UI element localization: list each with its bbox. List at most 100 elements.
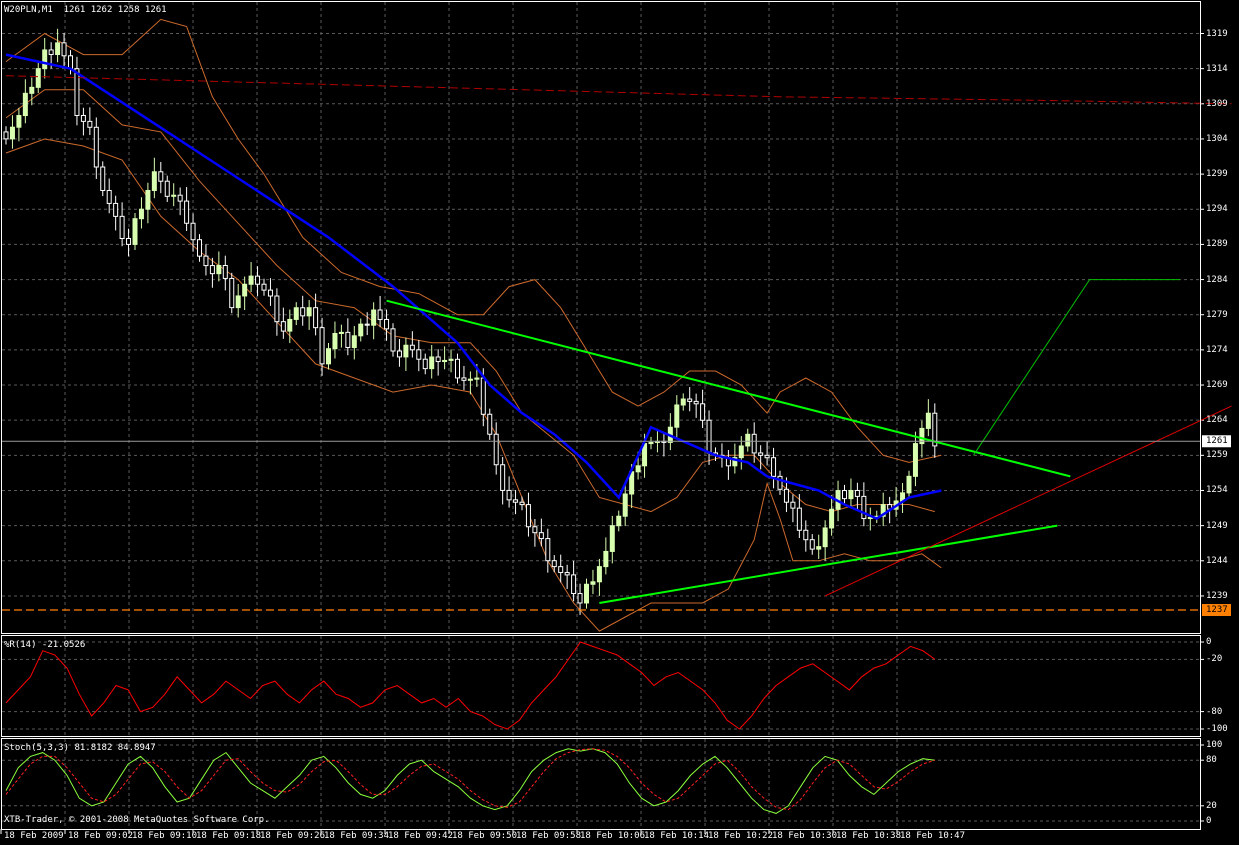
candle-body <box>558 566 564 574</box>
candle-body <box>596 566 602 583</box>
candle-body <box>313 307 319 329</box>
x-tick-label: 18 Feb 10:30 <box>772 831 838 841</box>
candle-body <box>358 323 364 337</box>
x-tick-label: 18 Feb 10:06 <box>580 831 646 841</box>
candle-body <box>609 525 615 552</box>
y-tick-label: 1274 <box>1206 344 1228 355</box>
sub-y-tick-label: 80 <box>1206 755 1217 766</box>
candle-body <box>197 239 202 257</box>
candle-body <box>80 114 86 122</box>
candle-body <box>467 378 473 381</box>
y-tick-label: 1239 <box>1206 590 1228 601</box>
candle-body <box>306 307 312 317</box>
candle-body <box>22 92 28 117</box>
candle-body <box>842 490 847 500</box>
candle-body <box>622 493 628 517</box>
sub-y-tick-label: -100 <box>1206 724 1228 734</box>
symbol-label: W20PLN,M1 1261 1262 1258 1261 <box>4 5 167 15</box>
candle-body <box>390 328 396 352</box>
candle-body <box>93 126 99 168</box>
sub-y-tick-label: 0 <box>1206 816 1212 826</box>
candle-body <box>848 489 854 500</box>
candle-body <box>455 358 460 379</box>
candle-body <box>319 327 325 365</box>
candle-body <box>396 350 402 358</box>
candle-body <box>248 275 254 285</box>
candle-body <box>506 489 512 501</box>
chart-background <box>0 0 1239 845</box>
candle-body <box>700 403 706 421</box>
candle-body <box>132 218 138 245</box>
y-tick-label: 1269 <box>1206 380 1228 391</box>
candle-body <box>796 507 802 531</box>
price-chart-svg <box>0 0 1239 845</box>
candle-body <box>764 454 770 459</box>
y-tick-label: 1309 <box>1206 98 1228 109</box>
candle-body <box>577 593 583 604</box>
candle-body <box>783 488 789 503</box>
copyright-label: XTB-Trader, © 2001-2008 MetaQuotes Softw… <box>4 815 270 825</box>
candle-body <box>177 194 183 202</box>
candle-body <box>235 295 241 309</box>
candle-body <box>229 277 235 309</box>
candle-body <box>74 68 80 116</box>
stoch-label: Stoch(5,3,3) 81.8182 84.8947 <box>4 743 156 753</box>
candle-body <box>590 581 596 585</box>
sub-y-tick-label: -80 <box>1206 706 1223 717</box>
candle-body <box>906 475 912 494</box>
candle-body <box>351 335 357 348</box>
candle-body <box>126 238 132 245</box>
x-tick-label: 18 Feb 09:26 <box>260 831 326 841</box>
candle-body <box>861 495 867 520</box>
candle-body <box>538 532 544 540</box>
candle-body <box>687 398 693 402</box>
candle-body <box>274 295 280 323</box>
x-tick-label: 18 Feb 09:50 <box>452 831 518 841</box>
y-tick-label: 1259 <box>1206 450 1228 461</box>
candle-body <box>267 289 273 297</box>
y-tick-label: 1284 <box>1206 274 1228 285</box>
candle-body <box>55 42 61 56</box>
candle-body <box>190 222 196 241</box>
candle-body <box>138 208 144 220</box>
candle-body <box>771 457 777 477</box>
y-tick-label: 1304 <box>1206 133 1228 144</box>
y-tick-label: 1249 <box>1206 520 1228 531</box>
candle-body <box>403 344 409 358</box>
candle-body <box>648 441 654 445</box>
candle-body <box>422 358 428 370</box>
candle-body <box>68 55 73 70</box>
candle-body <box>680 398 686 406</box>
y-tick-label: 1264 <box>1206 415 1228 426</box>
x-tick-label: 18 Feb 09:02 <box>68 831 134 841</box>
candle-body <box>280 321 286 332</box>
candle-body <box>487 413 493 435</box>
y-tick-label: 1244 <box>1206 555 1228 566</box>
candle-body <box>448 358 454 361</box>
candle-body <box>35 68 41 88</box>
candle-body <box>809 539 815 550</box>
sub-y-tick-label: 0 <box>1206 637 1212 647</box>
candle-body <box>738 445 744 459</box>
candle-body <box>119 215 125 240</box>
candle-body <box>416 349 422 360</box>
y-tick-label: 1319 <box>1206 28 1228 39</box>
x-tick-label: 18 Feb 09:42 <box>388 831 454 841</box>
sub-y-tick-label: 100 <box>1206 740 1223 750</box>
sub-y-tick-label: -20 <box>1206 654 1223 665</box>
candle-body <box>261 283 267 291</box>
x-tick-label: 18 Feb 10:47 <box>900 831 966 841</box>
candle-body <box>480 377 486 415</box>
x-tick-label: 18 Feb 09:18 <box>196 831 262 841</box>
candle-body <box>513 499 519 503</box>
candle-body <box>635 465 641 473</box>
candle-body <box>164 180 170 197</box>
wpr-label: %R(14) -21.0526 <box>4 640 86 650</box>
candle-body <box>184 200 190 224</box>
candle-body <box>500 464 506 491</box>
candle-body <box>326 348 331 365</box>
candle-body <box>287 318 293 332</box>
candle-body <box>442 359 448 363</box>
candle-body <box>435 356 441 363</box>
candle-body <box>100 166 106 191</box>
